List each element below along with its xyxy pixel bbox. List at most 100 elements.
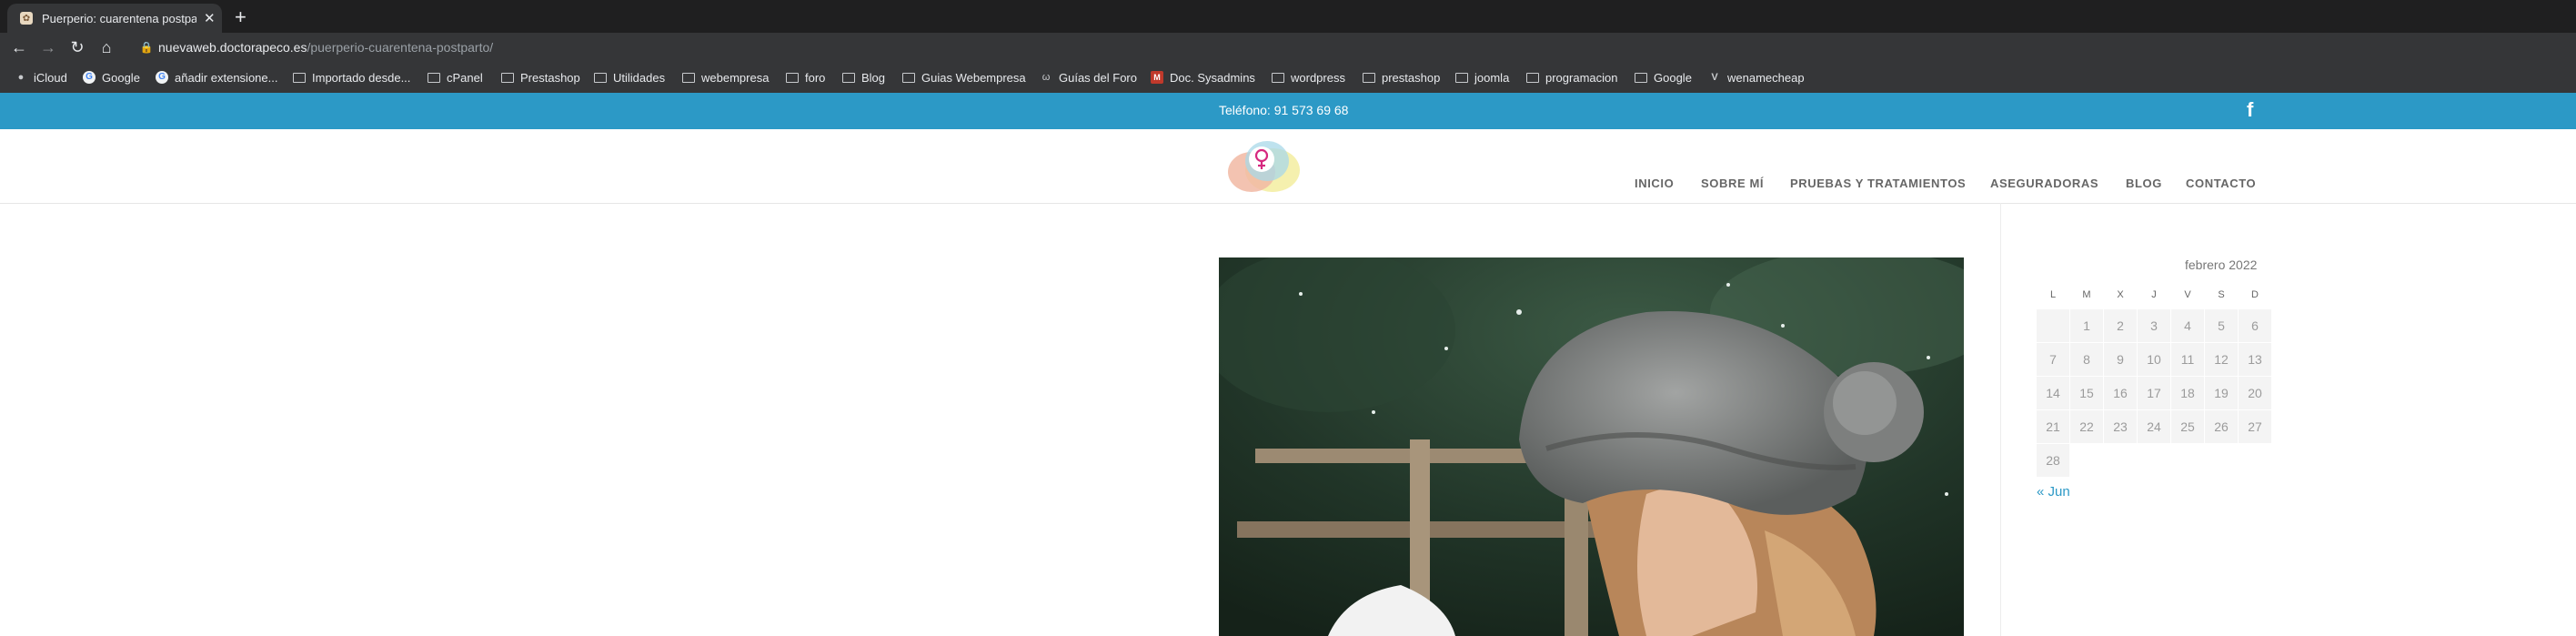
bookmark-guias-webempresa[interactable]: Guias Webempresa <box>902 70 1026 85</box>
bookmark-label: Guias Webempresa <box>921 70 1026 85</box>
calendar-day: 8 <box>2070 343 2103 376</box>
bookmark-blog[interactable]: Blog <box>842 70 885 85</box>
bookmark-cpanel[interactable]: cPanel <box>428 70 483 85</box>
bookmark-google[interactable]: G Google <box>83 70 140 85</box>
nav-aseguradoras[interactable]: ASEGURADORAS <box>1990 177 2098 190</box>
bookmark-anadir-extensiones[interactable]: Gañadir extensione... <box>156 70 277 85</box>
folder-icon <box>293 72 306 83</box>
folder-icon <box>902 72 915 83</box>
calendar-day: 3 <box>2138 309 2170 342</box>
folder-icon <box>1455 72 1468 83</box>
home-icon[interactable]: ⌂ <box>96 36 117 58</box>
bookmark-label: Doc. Sysadmins <box>1170 70 1255 85</box>
bookmark-label: Guías del Foro <box>1059 70 1137 85</box>
day-header: D <box>2251 289 2259 300</box>
calendar-day: 25 <box>2171 410 2204 443</box>
site-logo-icon[interactable] <box>1222 134 1303 196</box>
bookmark-foro[interactable]: foro <box>786 70 825 85</box>
calendar-day: 26 <box>2205 410 2238 443</box>
close-tab-icon[interactable]: ✕ <box>204 10 216 26</box>
bookmarks-bar: ● iCloud G Google Gañadir extensione... Im… <box>0 62 2576 94</box>
folder-icon <box>682 72 695 83</box>
calendar-day: 13 <box>2239 343 2271 376</box>
calendar-day: 1 <box>2070 309 2103 342</box>
new-tab-icon[interactable]: + <box>235 4 247 31</box>
browser-tab[interactable]: ✿ Puerperio: cuarentena postparto ✕ <box>7 4 222 33</box>
calendar-day: 6 <box>2239 309 2271 342</box>
folder-icon <box>428 72 440 83</box>
bookmark-programacion[interactable]: programacion <box>1526 70 1618 85</box>
v-icon: V <box>1711 72 1718 83</box>
calendar-day: 23 <box>2104 410 2137 443</box>
bookmark-prestashop[interactable]: Prestashop <box>501 70 580 85</box>
bookmark-joomla[interactable]: joomla <box>1455 70 1509 85</box>
bookmark-label: wordpress <box>1291 70 1345 85</box>
back-icon[interactable]: ← <box>8 36 30 58</box>
folder-icon <box>1272 72 1284 83</box>
bookmark-label: Google <box>1654 70 1692 85</box>
bookmark-label: webempresa <box>701 70 770 85</box>
lock-icon[interactable]: 🔒 <box>139 40 154 55</box>
m-icon: M <box>1151 71 1163 84</box>
facebook-icon[interactable]: f <box>2247 98 2253 122</box>
bookmark-google-folder[interactable]: Google <box>1635 70 1692 85</box>
calendar-day: 20 <box>2239 377 2271 409</box>
calendar-day: 9 <box>2104 343 2137 376</box>
bookmark-label: foro <box>805 70 826 85</box>
calendar-day: 24 <box>2138 410 2170 443</box>
calendar-day: 21 <box>2037 410 2069 443</box>
bookmark-utilidades[interactable]: Utilidades <box>594 70 665 85</box>
sidebar-divider <box>2000 203 2001 636</box>
google-icon: G <box>83 71 96 84</box>
browser-toolbar: ← → ↻ ⌂ 🔒 nuevaweb.doctorapeco.es/puerpe… <box>0 33 2576 62</box>
folder-icon <box>1526 72 1539 83</box>
calendar-day: 10 <box>2138 343 2170 376</box>
url-host: nuevaweb.doctorapeco.es <box>158 40 307 55</box>
calendar-day: 15 <box>2070 377 2103 409</box>
nav-sobre-mi[interactable]: SOBRE MÍ <box>1701 177 1764 190</box>
calendar-day: 14 <box>2037 377 2069 409</box>
nav-contacto[interactable]: CONTACTO <box>2186 177 2256 190</box>
browser-tab-strip: ✿ Puerperio: cuarentena postparto ✕ + <box>0 0 2576 33</box>
folder-icon <box>842 72 855 83</box>
day-header: L <box>2049 289 2057 300</box>
bookmark-label: programacion <box>1545 70 1618 85</box>
calendar-day: 5 <box>2205 309 2238 342</box>
tab-title: Puerperio: cuarentena postparto <box>42 11 196 25</box>
nav-inicio[interactable]: INICIO <box>1635 177 1674 190</box>
nav-blog[interactable]: BLOG <box>2126 177 2162 190</box>
bookmark-guias-del-foro[interactable]: ω Guías del Foro <box>1040 70 1137 85</box>
calendar-day: 12 <box>2205 343 2238 376</box>
site-favicon-icon: ✿ <box>20 12 33 25</box>
folder-icon <box>594 72 607 83</box>
address-bar[interactable]: nuevaweb.doctorapeco.es/puerperio-cuaren… <box>158 40 493 55</box>
bookmark-icloud[interactable]: ● iCloud <box>15 70 67 85</box>
bookmark-doc-sysadmins[interactable]: M Doc. Sysadmins <box>1151 70 1255 85</box>
calendar-day: 11 <box>2171 343 2204 376</box>
calendar-day: 28 <box>2037 444 2069 477</box>
bookmark-wenamecheap[interactable]: Vwenamecheap <box>1708 70 1805 85</box>
folder-icon <box>1635 72 1647 83</box>
bookmark-webempresa[interactable]: webempresa <box>682 70 769 85</box>
nav-pruebas-tratamientos[interactable]: PRUEBAS Y TRATAMIENTOS <box>1790 177 1966 190</box>
bookmark-label: wenamecheap <box>1727 70 1805 85</box>
folder-icon <box>501 72 514 83</box>
day-header: S <box>2218 289 2225 300</box>
forward-icon[interactable]: → <box>37 36 59 58</box>
calendar-prev-month-link[interactable]: « Jun <box>2037 484 2070 500</box>
bookmark-prestashop-2[interactable]: prestashop <box>1363 70 1440 85</box>
apple-icon: ● <box>17 72 25 83</box>
google-icon: G <box>156 71 168 84</box>
bookmark-label: añadir extensione... <box>175 70 278 85</box>
url-path: /puerperio-cuarentena-postparto/ <box>307 40 494 55</box>
bookmark-importado[interactable]: Importado desde... <box>293 70 410 85</box>
folder-icon <box>786 72 799 83</box>
calendar-day: 7 <box>2037 343 2069 376</box>
bookmark-label: Importado desde... <box>312 70 411 85</box>
site-header: INICIO SOBRE MÍ PRUEBAS Y TRATAMIENTOS A… <box>0 129 2576 204</box>
bookmark-wordpress[interactable]: wordpress <box>1272 70 1345 85</box>
bookmark-label: cPanel <box>447 70 483 85</box>
bookmark-label: Utilidades <box>613 70 666 85</box>
calendar-day: 16 <box>2104 377 2137 409</box>
reload-icon[interactable]: ↻ <box>66 36 88 58</box>
